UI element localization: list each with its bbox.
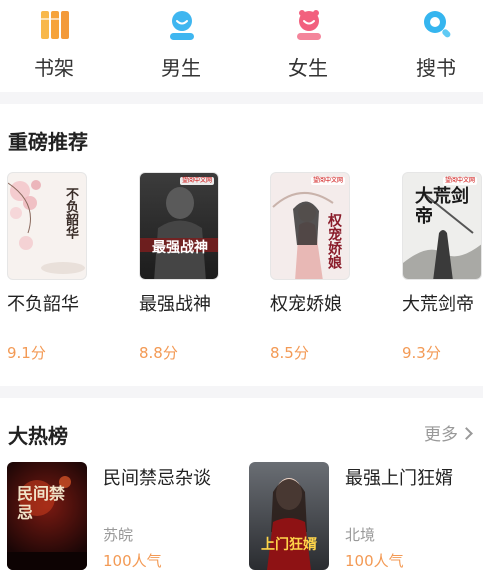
cover-title-text: 上门狂婿 [261, 537, 317, 553]
book-cover: 望阅中文网 最强战神 [139, 172, 219, 280]
book-title: 最强上门狂婿 [345, 468, 453, 489]
book-title: 民间禁忌杂谈 [103, 468, 211, 489]
book-title: 最强战神 [139, 294, 211, 315]
hot-title: 大热榜 [8, 424, 68, 448]
cover-title-text: 不负韶华 [63, 187, 78, 239]
cover-art-warrior [140, 187, 218, 279]
top-nav: 书架 男生 女生 搜书 [0, 0, 483, 92]
publisher-badge: 望阅中文网 [179, 177, 214, 185]
more-link[interactable]: 更多 [424, 420, 473, 445]
book-author: 苏皖 [103, 526, 134, 544]
book-score: 8.8分 [139, 344, 178, 362]
nav-label-male: 男生 [161, 56, 201, 80]
search-icon [424, 11, 451, 38]
book-popularity: 100人气 [103, 552, 162, 570]
bookshelf-icon [41, 11, 69, 39]
cover-title-text: 大荒剑帝 [415, 186, 469, 227]
book-title: 大荒剑帝 [402, 294, 474, 315]
nav-item-search[interactable]: 搜书 [391, 0, 481, 92]
publisher-badge: 望阅中文网 [442, 177, 477, 185]
book-author: 北境 [345, 526, 376, 544]
book-score: 8.5分 [270, 344, 309, 362]
nav-item-bookshelf[interactable]: 书架 [9, 0, 99, 92]
book-title: 不负韶华 [7, 294, 79, 315]
nav-item-male[interactable]: 男生 [136, 0, 226, 92]
hot-book-item[interactable]: 民间禁忌 民间禁忌杂谈 苏皖 100人气 [0, 462, 240, 574]
featured-section: 重磅推荐 不负韶华 不负韶华 9.1分 望阅中文网 最强战神 最强战神 8.8分… [0, 104, 483, 386]
hot-section: 大热榜 更多 民间禁忌 民间禁忌杂谈 苏皖 100人气 上门狂婿 最强上门狂婿 … [0, 398, 483, 583]
book-card[interactable]: 望阅中文网 大荒剑帝 大荒剑帝 9.3分 [402, 172, 483, 382]
book-score: 9.3分 [402, 344, 441, 362]
cover-title-text: 民间禁忌 [17, 484, 66, 522]
nav-label-female: 女生 [288, 56, 328, 80]
book-cover: 望阅中文网 权宠娇娘 [270, 172, 350, 280]
nav-label-bookshelf: 书架 [34, 56, 74, 80]
book-cover: 上门狂婿 [249, 462, 329, 570]
cover-title-text: 权宠娇娘 [326, 213, 342, 269]
book-cover: 望阅中文网 大荒剑帝 [402, 172, 482, 280]
book-card[interactable]: 不负韶华 不负韶华 9.1分 [7, 172, 117, 382]
more-label: 更多 [424, 425, 458, 445]
publisher-badge: 望阅中文网 [310, 177, 345, 185]
chevron-right-icon [460, 427, 473, 440]
book-card[interactable]: 望阅中文网 最强战神 最强战神 8.8分 [139, 172, 249, 382]
nav-item-female[interactable]: 女生 [263, 0, 353, 92]
nav-label-search: 搜书 [416, 56, 456, 80]
book-cover: 民间禁忌 [7, 462, 87, 570]
hot-book-item[interactable]: 上门狂婿 最强上门狂婿 北境 100人气 [242, 462, 482, 574]
featured-title: 重磅推荐 [8, 130, 88, 154]
book-title: 权宠娇娘 [270, 294, 342, 315]
book-popularity: 100人气 [345, 552, 404, 570]
book-card[interactable]: 望阅中文网 权宠娇娘 权宠娇娘 8.5分 [270, 172, 380, 382]
book-cover: 不负韶华 [7, 172, 87, 280]
male-icon [170, 11, 194, 40]
cover-title-text: 最强战神 [152, 240, 208, 256]
book-score: 9.1分 [7, 344, 46, 362]
female-icon [297, 10, 321, 40]
